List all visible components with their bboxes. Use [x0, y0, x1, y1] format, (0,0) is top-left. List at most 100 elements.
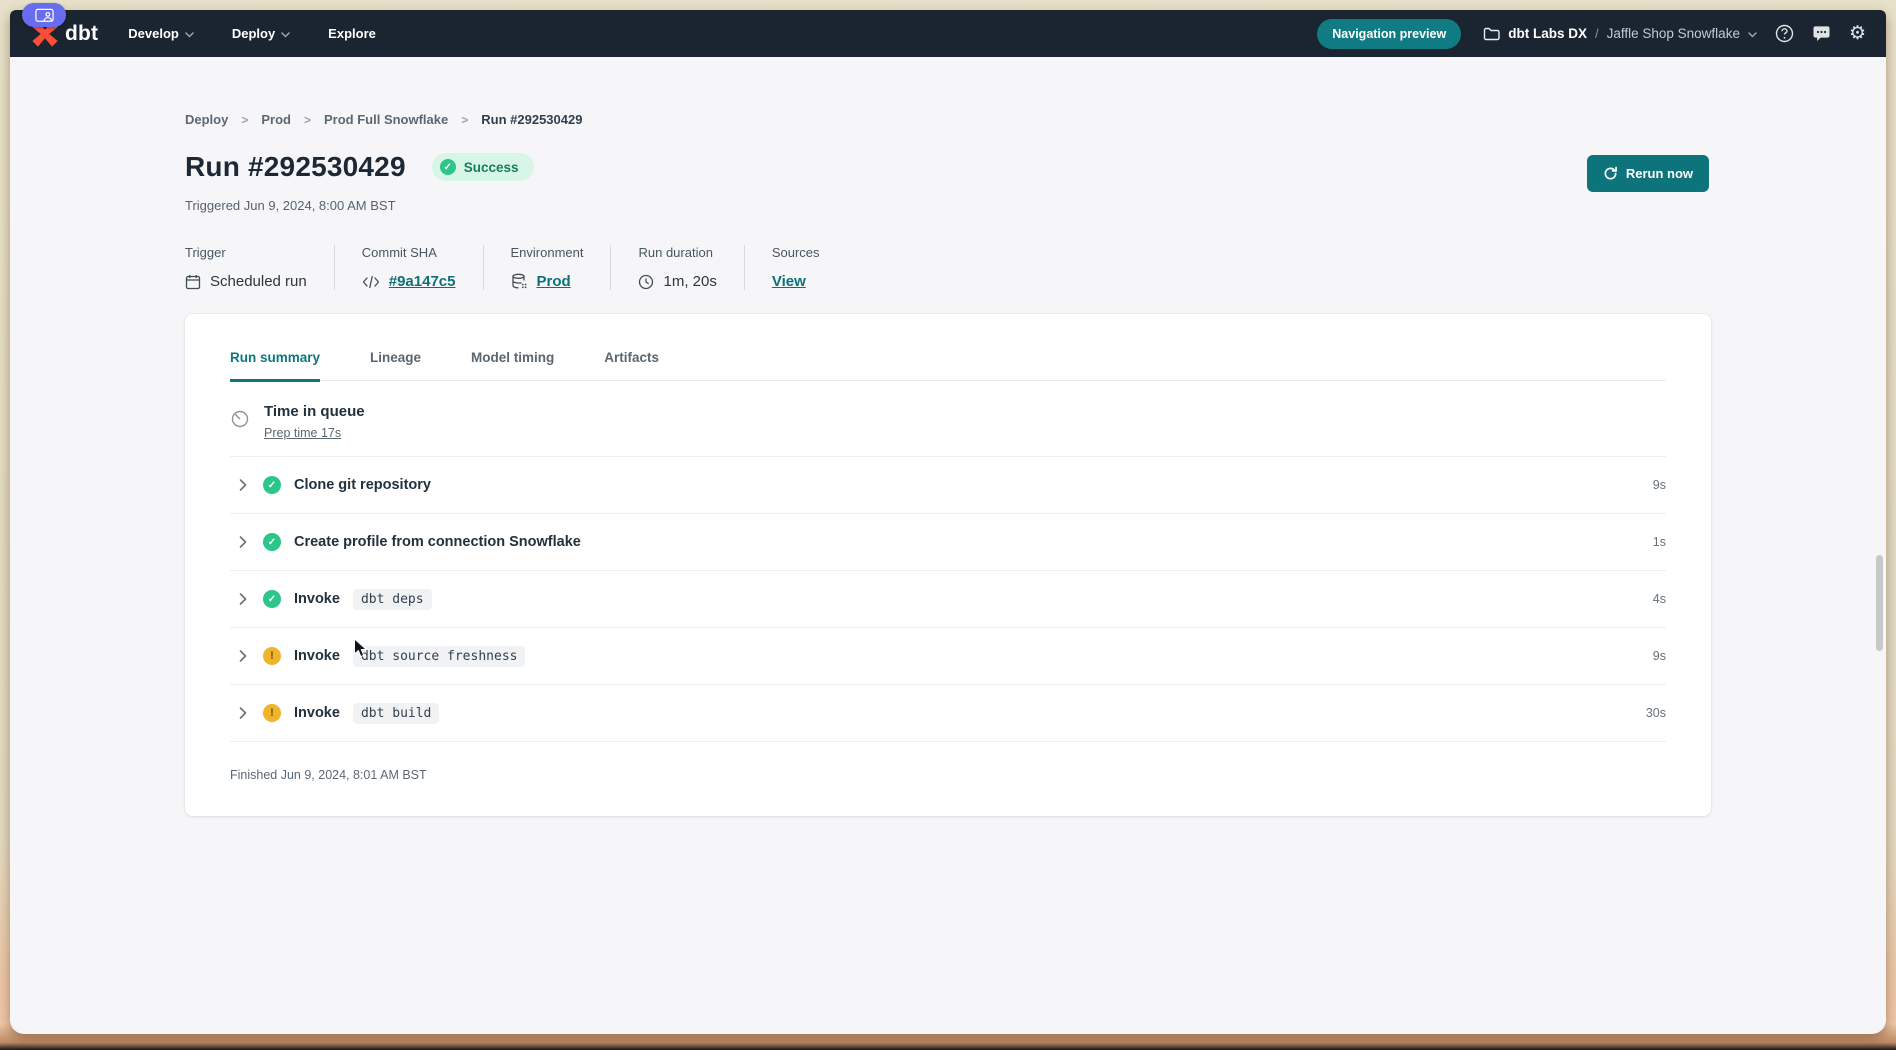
project-selector[interactable]: dbt Labs DX / Jaffle Shop Snowflake — [1483, 26, 1757, 41]
top-navbar: dbt Develop Deploy Explore Navigation prev… — [10, 10, 1886, 57]
breadcrumb-item-prod[interactable]: Prod — [261, 112, 291, 127]
triggered-timestamp: Triggered Jun 9, 2024, 8:00 AM BST — [185, 198, 1711, 213]
nav-menu-deploy[interactable]: Deploy — [232, 26, 290, 41]
queue-title: Time in queue — [264, 403, 365, 420]
tab-artifacts[interactable]: Artifacts — [604, 350, 659, 380]
meta-label: Run duration — [638, 245, 716, 260]
settings-icon[interactable]: ⚙ — [1849, 24, 1866, 43]
step-label: Create profile from connection Snowflake — [294, 534, 581, 550]
dbt-logo-text: dbt — [65, 22, 98, 46]
nav-menu-explore[interactable]: Explore — [328, 26, 376, 41]
step-duration: 9s — [1653, 649, 1666, 663]
meta-value-environment[interactable]: Prod — [537, 273, 571, 290]
step-label: Invoke — [294, 705, 340, 721]
calendar-icon — [185, 274, 201, 290]
meta-label: Commit SHA — [362, 245, 456, 260]
step-command: dbt source freshness — [353, 646, 526, 667]
timer-icon — [230, 409, 250, 442]
meta-value: Scheduled run — [185, 273, 307, 290]
step-command: dbt deps — [353, 589, 432, 610]
step-list: ✓ Clone git repository 9s ✓ Create profile f… — [230, 457, 1666, 742]
step-row-invoke-dbt-build[interactable]: ! Invoke dbt build 30s — [230, 685, 1666, 742]
chevron-right-icon[interactable] — [236, 707, 250, 719]
status-badge-label: Success — [464, 160, 519, 175]
navbar-right: Navigation preview dbt Labs DX / Jaffle … — [1317, 19, 1866, 49]
breadcrumb-separator: > — [241, 113, 248, 127]
meta-value: 1m, 20s — [638, 273, 716, 290]
project-name: Jaffle Shop Snowflake — [1607, 26, 1740, 41]
account-separator: / — [1595, 26, 1599, 41]
breadcrumb-item-prod-full-snowflake[interactable]: Prod Full Snowflake — [324, 112, 448, 127]
breadcrumb-item-deploy[interactable]: Deploy — [185, 112, 228, 127]
breadcrumb-item-run-292530429: Run #292530429 — [481, 112, 582, 127]
chevron-right-icon[interactable] — [236, 479, 250, 491]
tab-run-summary[interactable]: Run summary — [230, 350, 320, 382]
nav-menu-label: Explore — [328, 26, 376, 41]
desktop-frame: dbt Develop Deploy Explore Navigation prev… — [0, 0, 1896, 1050]
extension-badge[interactable] — [22, 3, 66, 27]
success-icon: ✓ — [263, 476, 281, 494]
clock-icon — [638, 274, 654, 290]
breadcrumb: Deploy>Prod>Prod Full Snowflake>Run #292… — [185, 112, 1711, 127]
account-name: dbt Labs DX — [1508, 26, 1587, 41]
queue-text: Time in queue Prep time 17s — [264, 403, 365, 442]
meta-label: Sources — [772, 245, 820, 260]
tab-lineage[interactable]: Lineage — [370, 350, 421, 380]
chevron-down-icon — [185, 32, 194, 38]
nav-menu-label: Develop — [128, 26, 179, 41]
chevron-right-icon[interactable] — [236, 593, 250, 605]
chevron-down-icon — [1748, 32, 1757, 38]
title-row: Run #292530429 ✓ Success — [185, 151, 1711, 183]
success-icon: ✓ — [263, 533, 281, 551]
chevron-right-icon[interactable] — [236, 650, 250, 662]
rerun-now-label: Rerun now — [1626, 166, 1693, 181]
meta-commit-sha: Commit SHA #9a147c5 — [334, 245, 483, 290]
success-check-icon: ✓ — [440, 159, 456, 175]
nav-menu-label: Deploy — [232, 26, 275, 41]
run-summary-card: Run summaryLineageModel timingArtifacts … — [185, 314, 1711, 816]
scrollbar-thumb[interactable] — [1876, 555, 1883, 651]
code-icon — [362, 275, 380, 289]
time-in-queue-row: Time in queue Prep time 17s — [230, 381, 1666, 457]
success-icon: ✓ — [263, 590, 281, 608]
run-metadata: Trigger Scheduled run Commit SHA #9a147c5 En… — [185, 245, 1711, 290]
step-label: Invoke — [294, 591, 340, 607]
meta-value-commit-sha[interactable]: #9a147c5 — [389, 273, 456, 290]
step-row-create-profile-from-connection-snowflake[interactable]: ✓ Create profile from connection Snowflak… — [230, 514, 1666, 571]
meta-environment: Environment Prod — [483, 245, 611, 290]
tab-bar: Run summary Lineage Model timing Artifacts — [230, 350, 1666, 381]
navigation-preview-button[interactable]: Navigation preview — [1317, 19, 1461, 49]
folder-icon — [1483, 27, 1500, 41]
help-icon[interactable] — [1775, 24, 1794, 43]
meta-label: Trigger — [185, 245, 307, 260]
meta-label: Environment — [511, 245, 584, 260]
meta-sources: Sources View — [744, 245, 847, 290]
chevron-right-icon[interactable] — [236, 536, 250, 548]
step-duration: 4s — [1653, 592, 1666, 606]
step-row-clone-git-repository[interactable]: ✓Clone git repository9s — [230, 457, 1666, 514]
step-label: Invoke — [294, 648, 340, 664]
step-row-invoke-dbt-source-freshness[interactable]: !Invokedbt source freshness9s — [230, 628, 1666, 685]
finished-timestamp: Finished Jun 9, 2024, 8:01 AM BST — [230, 742, 1666, 782]
meta-trigger: Trigger Scheduled run — [185, 245, 334, 290]
nav-menu-develop[interactable]: Develop — [128, 26, 194, 41]
meta-value: #9a147c5 — [362, 273, 456, 290]
chevron-down-icon — [281, 32, 290, 38]
step-command: dbt build — [353, 703, 439, 724]
feedback-icon[interactable] — [1812, 25, 1831, 43]
status-badge: ✓ Success — [432, 153, 534, 181]
step-row-invoke-dbt-deps[interactable]: ✓ Invoke dbt deps 4s — [230, 571, 1666, 628]
step-duration: 30s — [1646, 706, 1666, 720]
database-icon — [511, 273, 528, 290]
prep-time-link[interactable]: Prep time 17s — [264, 426, 341, 440]
meta-value: View — [772, 273, 820, 290]
step-label: Clone git repository — [294, 477, 431, 493]
meta-value-run-duration: 1m, 20s — [663, 273, 716, 290]
warning-icon: ! — [263, 704, 281, 722]
meta-value-sources[interactable]: View — [772, 273, 806, 290]
tab-model-timing[interactable]: Model timing — [471, 350, 554, 380]
nav-menus: Develop Deploy Explore — [128, 26, 376, 41]
step-duration: 1s — [1653, 535, 1666, 549]
screenshare-user-icon — [35, 8, 54, 23]
rerun-now-button[interactable]: Rerun now — [1587, 155, 1709, 192]
